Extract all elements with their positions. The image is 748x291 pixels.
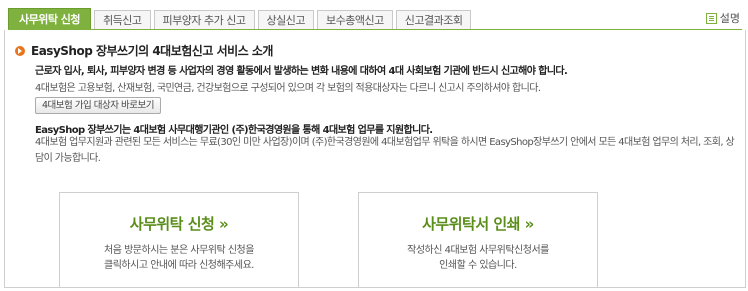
- tab-bar: 사무위탁 신청 취득신고 피부양자 추가 신고 상실신고 보수총액신고 신고결과…: [0, 0, 748, 30]
- apply-consignment-link[interactable]: 사무위탁 신청 »: [60, 213, 298, 234]
- help-label: 설명: [719, 12, 740, 25]
- apply-consignment-card[interactable]: 사무위탁 신청 » 처음 방문하시는 분은 사무위탁 신청을 클릭하시고 안내에…: [59, 192, 299, 288]
- support-detail: 4대보험 업무지원과 관련된 모든 서비스는 무료(30인 미만 사업장)이며 …: [35, 137, 735, 164]
- print-consignment-card[interactable]: 사무위탁서 인쇄 » 작성하신 4대보험 사무위탁신청서를 인쇄할 수 있습니다…: [358, 192, 598, 288]
- section-title: EasyShop 장부쓰기의 4대보험신고 서비스 소개: [15, 42, 273, 59]
- list-icon: [705, 12, 717, 24]
- print-desc-line2: 인쇄할 수 있습니다.: [439, 260, 517, 271]
- support-notice: EasyShop 장부쓰기는 4대보험 사무대행기관인 (주)한국경영원을 통해…: [35, 125, 433, 136]
- intro-insurance-info: 4대보험은 고용보험, 산재보험, 국민연금, 건강보험으로 구성되어 있으며 …: [35, 83, 541, 94]
- arrow-bullet-icon: [15, 45, 25, 56]
- tab-report-result-query[interactable]: 신고결과조회: [395, 10, 472, 30]
- print-consignment-desc: 작성하신 4대보험 사무위탁신청서를 인쇄할 수 있습니다.: [359, 243, 597, 273]
- tab-acquisition-report[interactable]: 취득신고: [94, 10, 151, 30]
- section-title-text: EasyShop 장부쓰기의 4대보험신고 서비스 소개: [31, 44, 273, 58]
- tab-dependent-add-report[interactable]: 피부양자 추가 신고: [153, 10, 255, 30]
- print-consignment-link[interactable]: 사무위탁서 인쇄 »: [359, 213, 597, 234]
- print-desc-line1: 작성하신 4대보험 사무위탁신청서를: [407, 245, 549, 256]
- apply-desc-line2: 클릭하시고 안내에 따라 신청해주세요.: [104, 260, 254, 271]
- tab-office-consignment[interactable]: 사무위탁 신청: [8, 8, 92, 30]
- content-panel: EasyShop 장부쓰기의 4대보험신고 서비스 소개 근로자 입사, 퇴사,…: [4, 30, 746, 288]
- view-eligible-button[interactable]: 4대보험 가입 대상자 바로보기: [35, 97, 161, 114]
- tab-loss-report[interactable]: 상실신고: [257, 10, 314, 30]
- tab-list: 사무위탁 신청 취득신고 피부양자 추가 신고 상실신고 보수총액신고 신고결과…: [8, 8, 474, 30]
- help-link[interactable]: 설명: [705, 10, 740, 26]
- tab-total-pay-report[interactable]: 보수총액신고: [316, 10, 393, 30]
- apply-desc-line1: 처음 방문하시는 분은 사무위탁 신청을: [104, 245, 254, 256]
- apply-consignment-desc: 처음 방문하시는 분은 사무위탁 신청을 클릭하시고 안내에 따라 신청해주세요…: [60, 243, 298, 273]
- intro-notice: 근로자 입사, 퇴사, 피부양자 변경 등 사업자의 경영 활동에서 발생하는 …: [35, 66, 568, 77]
